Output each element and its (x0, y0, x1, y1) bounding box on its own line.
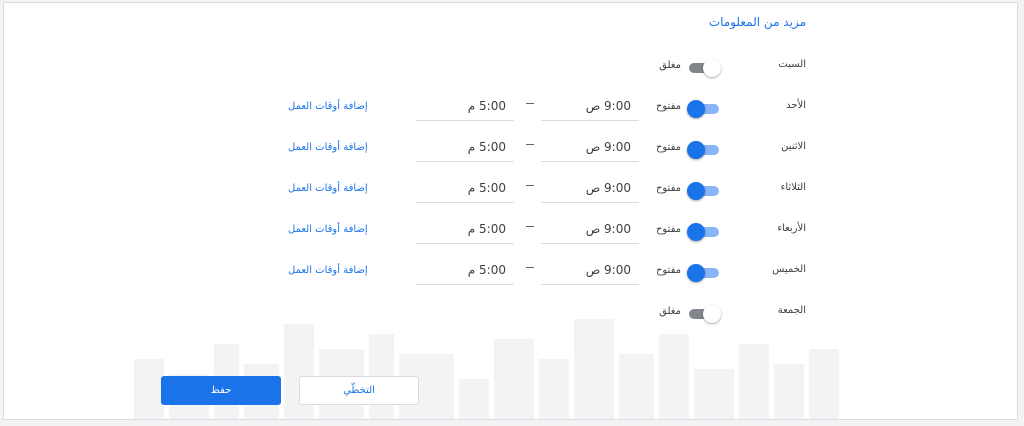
save-button[interactable]: حفظ (161, 376, 281, 405)
closing-time-field[interactable]: 5:00 م (416, 177, 514, 203)
open-closed-toggle[interactable] (687, 100, 721, 118)
open-closed-toggle[interactable] (687, 264, 721, 282)
toggle-knob (687, 182, 705, 200)
day-row: الجمعة مغلق (4, 298, 1017, 328)
toggle-knob (703, 59, 721, 77)
day-label: الخميس (772, 264, 806, 275)
day-label: الثلاثاء (780, 182, 806, 193)
closing-time-field[interactable]: 5:00 م (416, 95, 514, 121)
time-range-dash (526, 226, 534, 227)
toggle-knob (687, 141, 705, 159)
closing-time-field[interactable]: 5:00 م (416, 136, 514, 162)
closing-time-field[interactable]: 5:00 م (416, 218, 514, 244)
status-label: مفتوح (655, 265, 681, 276)
more-info-title: مزيد من المعلومات (708, 15, 806, 29)
add-hours-link[interactable]: إضافة أوقات العمل (288, 183, 368, 194)
time-range-dash (526, 267, 534, 268)
closing-time-field[interactable]: 5:00 م (416, 259, 514, 285)
time-range-dash (526, 144, 534, 145)
time-range-dash (526, 185, 534, 186)
status-label: مغلق (659, 306, 681, 317)
status-label: مغلق (659, 60, 681, 71)
business-hours-card: مزيد من المعلومات السبت مغلق الأحد مفتوح 9:0… (3, 2, 1018, 420)
toggle-knob (687, 264, 705, 282)
status-label: مفتوح (655, 142, 681, 153)
add-hours-link[interactable]: إضافة أوقات العمل (288, 142, 368, 153)
status-label: مفتوح (655, 101, 681, 112)
day-row: الاثنين مفتوح 9:00 ص 5:00 م إضافة أوقات العم… (4, 134, 1017, 164)
add-hours-link[interactable]: إضافة أوقات العمل (288, 224, 368, 235)
toggle-knob (687, 100, 705, 118)
open-closed-toggle[interactable] (687, 182, 721, 200)
day-label: السبت (778, 59, 806, 70)
day-label: الاثنين (781, 141, 806, 152)
add-hours-link[interactable]: إضافة أوقات العمل (288, 101, 368, 112)
toggle-knob (687, 223, 705, 241)
opening-time-field[interactable]: 9:00 ص (541, 218, 639, 244)
open-closed-toggle[interactable] (687, 223, 721, 241)
day-label: الأحد (786, 100, 806, 111)
open-closed-toggle[interactable] (687, 141, 721, 159)
open-closed-toggle[interactable] (687, 59, 721, 77)
day-row: الأربعاء مفتوح 9:00 ص 5:00 م إضافة أوقات الع… (4, 216, 1017, 246)
day-row: الأحد مفتوح 9:00 ص 5:00 م إضافة أوقات العمل (4, 93, 1017, 123)
day-label: الجمعة (777, 305, 806, 316)
time-range-dash (526, 103, 534, 104)
opening-time-field[interactable]: 9:00 ص (541, 136, 639, 162)
day-row: السبت مغلق (4, 52, 1017, 82)
opening-time-field[interactable]: 9:00 ص (541, 259, 639, 285)
day-row: الخميس مفتوح 9:00 ص 5:00 م إضافة أوقات العمل (4, 257, 1017, 287)
skip-button[interactable]: التخطّي (299, 376, 419, 405)
opening-time-field[interactable]: 9:00 ص (541, 177, 639, 203)
status-label: مفتوح (655, 183, 681, 194)
opening-time-field[interactable]: 9:00 ص (541, 95, 639, 121)
status-label: مفتوح (655, 224, 681, 235)
open-closed-toggle[interactable] (687, 305, 721, 323)
add-hours-link[interactable]: إضافة أوقات العمل (288, 265, 368, 276)
day-row: الثلاثاء مفتوح 9:00 ص 5:00 م إضافة أوقات الع… (4, 175, 1017, 205)
day-label: الأربعاء (777, 223, 806, 234)
toggle-knob (703, 305, 721, 323)
